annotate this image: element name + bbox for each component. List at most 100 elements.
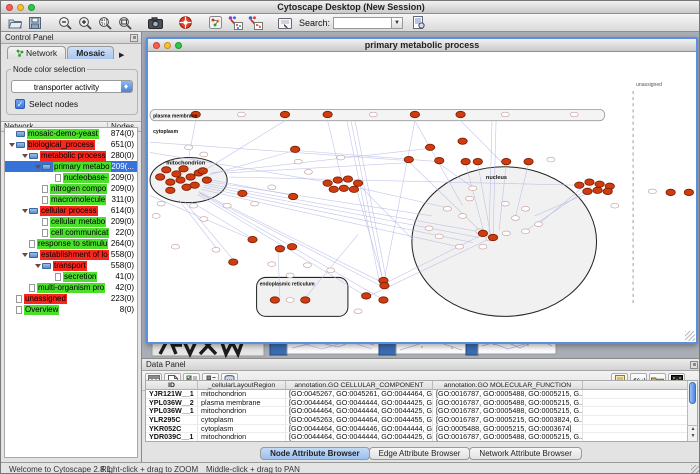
network-node-selected[interactable] bbox=[288, 193, 297, 199]
network-node-selected[interactable] bbox=[290, 146, 299, 152]
import-network-icon[interactable] bbox=[275, 15, 295, 31]
network-node-selected[interactable] bbox=[229, 259, 238, 265]
tab-node-attribute-browser[interactable]: Node Attribute Browser bbox=[260, 447, 370, 460]
network-node-selected[interactable] bbox=[156, 174, 165, 180]
tree-item[interactable]: nucleobase-209(0) bbox=[5, 172, 137, 183]
window-resize-grip[interactable] bbox=[685, 331, 695, 341]
window-titlebar[interactable]: Cytoscape Desktop (New Session) bbox=[1, 1, 700, 14]
float-panel-icon[interactable] bbox=[130, 34, 138, 42]
network-node-selected[interactable] bbox=[425, 144, 434, 150]
network-node-selected[interactable] bbox=[524, 158, 533, 164]
network-node[interactable] bbox=[157, 201, 165, 206]
table-row[interactable]: YKR052Ccytoplasm[GO:0044464, GO:0044446,… bbox=[146, 425, 687, 434]
table-scrollbar[interactable]: ▲▼ bbox=[687, 381, 697, 441]
tree-expand-icon[interactable] bbox=[34, 264, 42, 268]
tree-item[interactable]: cellular process614(0) bbox=[5, 205, 137, 216]
network-node[interactable] bbox=[501, 112, 509, 117]
network-node[interactable] bbox=[250, 201, 258, 206]
network-node[interactable] bbox=[501, 201, 509, 206]
network-node-selected[interactable] bbox=[349, 186, 358, 192]
network-node-selected[interactable] bbox=[166, 187, 175, 193]
tab-network[interactable]: Network bbox=[7, 46, 66, 59]
tree-item[interactable]: Overview8(0) bbox=[5, 304, 137, 315]
network-node-selected[interactable] bbox=[270, 297, 279, 303]
network-node[interactable] bbox=[611, 203, 619, 208]
network-node[interactable] bbox=[435, 234, 443, 239]
tab-mosaic[interactable]: Mosaic bbox=[67, 46, 114, 59]
column-header[interactable]: annotation.GO CELLULAR_COMPONENT bbox=[286, 381, 433, 389]
network-node[interactable] bbox=[547, 157, 555, 162]
tree-item[interactable]: cellular metabo209(0) bbox=[5, 216, 137, 227]
nucleus-region[interactable] bbox=[412, 167, 597, 317]
preferred-layout-icon[interactable] bbox=[205, 15, 225, 31]
network-node-selected[interactable] bbox=[198, 168, 207, 174]
tree-item[interactable]: mosaic-demo-yeast874(0) bbox=[5, 128, 137, 139]
network-node-selected[interactable] bbox=[353, 180, 362, 186]
tree-item[interactable]: macromolecule311(0) bbox=[5, 194, 137, 205]
tab-edge-attribute-browser[interactable]: Edge Attribute Browser bbox=[369, 447, 471, 460]
network-node[interactable] bbox=[171, 244, 179, 249]
node-color-dropdown[interactable]: transporter activity bbox=[11, 80, 133, 93]
network-node-selected[interactable] bbox=[301, 297, 310, 303]
zoom-fit-icon[interactable] bbox=[115, 15, 135, 31]
help-icon[interactable] bbox=[175, 15, 195, 31]
network-node[interactable] bbox=[286, 273, 294, 278]
network-node[interactable] bbox=[443, 206, 451, 211]
dropdown-stepper-icon[interactable] bbox=[121, 81, 132, 92]
network-node-selected[interactable] bbox=[186, 174, 195, 180]
network-node[interactable] bbox=[502, 231, 510, 236]
network-node-selected[interactable] bbox=[458, 138, 467, 144]
scrollbar-thumb[interactable] bbox=[689, 382, 696, 404]
network-node-selected[interactable] bbox=[323, 111, 332, 117]
network-node[interactable] bbox=[521, 206, 529, 211]
network-node[interactable] bbox=[570, 112, 578, 117]
network-node-selected[interactable] bbox=[275, 246, 284, 252]
tree-item[interactable]: metabolic process280(0) bbox=[5, 150, 137, 161]
zoom-selected-icon[interactable] bbox=[95, 15, 115, 31]
network-node[interactable] bbox=[152, 214, 160, 219]
tree-item[interactable]: nitrogen compo209(0) bbox=[5, 183, 137, 194]
tree-item[interactable]: secretion41(0) bbox=[5, 271, 137, 282]
network-node[interactable] bbox=[185, 145, 193, 150]
network-node-selected[interactable] bbox=[202, 177, 211, 183]
network-node-selected[interactable] bbox=[461, 158, 470, 164]
network-node-selected[interactable] bbox=[585, 179, 594, 185]
network-node[interactable] bbox=[327, 268, 335, 273]
network-node-selected[interactable] bbox=[172, 171, 181, 177]
zoom-out-icon[interactable] bbox=[55, 15, 75, 31]
open-icon[interactable] bbox=[5, 15, 25, 31]
select-nodes-checkbox[interactable]: ✓ bbox=[15, 99, 25, 109]
layout-option-2-icon[interactable] bbox=[245, 15, 265, 31]
network-canvas[interactable]: plasma membranecytoplasmmitochondrionnuc… bbox=[148, 52, 696, 342]
tree-expand-icon[interactable] bbox=[21, 253, 29, 257]
network-node-selected[interactable] bbox=[379, 297, 388, 303]
network-node[interactable] bbox=[294, 159, 302, 164]
float-data-panel-icon[interactable] bbox=[690, 361, 698, 369]
table-row[interactable]: YJR121W__1mitochondrion[GO:0045267, GO:0… bbox=[146, 390, 687, 399]
layout-option-1-icon[interactable] bbox=[225, 15, 245, 31]
search-dropdown-icon[interactable]: ▼ bbox=[391, 17, 403, 29]
network-node[interactable] bbox=[212, 247, 220, 252]
table-row[interactable]: YDR039C__1mitochondrion[GO:0044464, GO:0… bbox=[146, 433, 687, 441]
column-header[interactable]: ID bbox=[146, 381, 198, 389]
network-node[interactable] bbox=[303, 263, 311, 268]
network-node-selected[interactable] bbox=[456, 111, 465, 117]
search-input[interactable] bbox=[333, 17, 391, 29]
table-row[interactable]: YPL036W__1mitochondrion[GO:0044464, GO:0… bbox=[146, 407, 687, 416]
network-node-selected[interactable] bbox=[380, 282, 389, 288]
zoom-in-icon[interactable] bbox=[75, 15, 95, 31]
network-node-selected[interactable] bbox=[575, 182, 584, 188]
more-tabs-icon[interactable]: ▶ bbox=[117, 51, 126, 59]
tree-item[interactable]: biological_process651(0) bbox=[5, 139, 137, 150]
network-node[interactable] bbox=[304, 170, 312, 175]
app-resize-grip[interactable] bbox=[691, 465, 700, 474]
tree-item[interactable]: cell communicat22(0) bbox=[5, 227, 137, 238]
network-node[interactable] bbox=[511, 216, 519, 221]
network-node[interactable] bbox=[479, 244, 487, 249]
network-node-selected[interactable] bbox=[176, 177, 185, 183]
network-node-selected[interactable] bbox=[502, 158, 511, 164]
scrollbar-arrows[interactable]: ▲▼ bbox=[688, 425, 698, 441]
network-node[interactable] bbox=[200, 152, 208, 157]
network-node-selected[interactable] bbox=[666, 189, 675, 195]
network-node[interactable] bbox=[521, 229, 529, 234]
